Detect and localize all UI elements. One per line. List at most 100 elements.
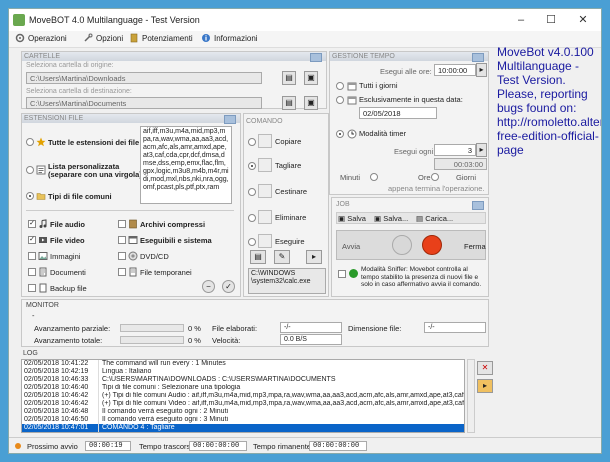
trash-command[interactable]: Cestinare: [258, 184, 307, 198]
minutes-label: Minuti: [340, 173, 361, 182]
confirm-button[interactable]: ✓: [222, 280, 235, 293]
browse-origin-button[interactable]: ▤: [282, 71, 296, 85]
remove-button[interactable]: −: [202, 280, 215, 293]
check-label: DVD/CD: [140, 252, 169, 261]
collapse-button[interactable]: [472, 201, 484, 210]
check-file-audio[interactable]: ✓: [28, 220, 36, 228]
cut-command[interactable]: Tagliare: [258, 158, 301, 172]
app-icon: [13, 14, 25, 26]
edit-exec-button[interactable]: ✎: [274, 250, 290, 264]
common-types-radio[interactable]: [26, 192, 34, 200]
check-file-video[interactable]: ✓: [28, 236, 36, 244]
audio-icon: [39, 219, 47, 228]
minutes-radio[interactable]: [370, 173, 378, 181]
exec-path-value: C:\WINDOWS \system32\calc.exe: [251, 270, 311, 285]
scissors-icon: [258, 158, 272, 172]
timer-mode-radio[interactable]: [336, 130, 344, 138]
check-dvd-cd[interactable]: [118, 252, 126, 260]
browse-dest-button[interactable]: ▤: [282, 96, 296, 110]
copy-command[interactable]: Copiare: [258, 134, 301, 148]
collapse-button[interactable]: [472, 53, 484, 62]
log-row[interactable]: 02/05/2018 10:46:40 Tipi di file comuni :…: [22, 384, 464, 392]
exec-at-spinner[interactable]: ▸: [476, 63, 487, 77]
date-picker[interactable]: 02/05/2018: [359, 107, 437, 119]
copy-radio[interactable]: [248, 138, 256, 146]
log-row[interactable]: 02/05/2018 10:46:48 Il comando verrà eseg…: [22, 408, 464, 416]
delete-command[interactable]: Eliminare: [258, 210, 306, 224]
exec-at-value: 10:00:00: [438, 66, 468, 75]
browse-exec-button[interactable]: ▤: [250, 250, 266, 264]
stop-button[interactable]: Ferma: [464, 242, 486, 251]
check-eseguibili[interactable]: [118, 236, 126, 244]
menu-operazioni[interactable]: Operazioni: [15, 33, 67, 43]
exec-path-field[interactable]: C:\WINDOWS \system32\calc.exe: [248, 268, 326, 294]
start-button[interactable]: Avvia: [342, 242, 360, 251]
hours-radio[interactable]: [431, 173, 439, 181]
next-run-label: Prossimo avvio: [27, 442, 78, 451]
exec-at-input[interactable]: 10:00:00: [434, 64, 476, 76]
execute-command[interactable]: Eseguire: [258, 234, 305, 248]
custom-list-radio[interactable]: [26, 166, 34, 174]
open-origin-button[interactable]: ▣: [304, 71, 318, 85]
estensioni-group: ESTENSIONI FILE Tutte le estensioni dei …: [21, 113, 241, 297]
origin-label: Seleziona cartella di origine:: [26, 62, 114, 69]
maximize-button[interactable]: ☐: [539, 12, 563, 28]
minimize-button[interactable]: –: [509, 12, 533, 28]
only-date-radio[interactable]: [336, 96, 344, 104]
partial-label: Avanzamento parziale:: [34, 324, 111, 333]
every-day-radio[interactable]: [336, 82, 344, 90]
log-row[interactable]: 02/05/2018 10:46:42 (+) Tipi di file comu…: [22, 400, 464, 408]
check-backup[interactable]: [28, 284, 36, 292]
group-title: JOB: [336, 201, 350, 208]
close-button[interactable]: ✕: [571, 12, 595, 28]
check-archivi[interactable]: [118, 220, 126, 228]
log-row[interactable]: 02/05/2018 10:46:50 Il comando verrà eseg…: [22, 416, 464, 424]
menu-potenziamenti[interactable]: Potenziamenti: [129, 33, 193, 43]
run-exec-button[interactable]: ▸: [306, 250, 322, 264]
menu-informazioni[interactable]: Informazioni: [201, 33, 258, 43]
origin-field[interactable]: C:\Users\Martina\Downloads: [26, 72, 262, 84]
every-spinner[interactable]: ▸: [476, 143, 487, 157]
save-as-button[interactable]: ▣ Salva...: [374, 214, 408, 223]
save-as-icon: ▣: [374, 214, 382, 223]
delete-radio[interactable]: [248, 214, 256, 222]
log-row[interactable]: 02/05/2018 10:42:19 Lingua : Italiano: [22, 368, 464, 376]
save-button[interactable]: ▣ Salva: [338, 214, 366, 223]
all-ext-radio[interactable]: [26, 138, 34, 146]
execute-radio[interactable]: [248, 238, 256, 246]
log-row[interactable]: 02/05/2018 10:41:22 The command will run …: [22, 360, 464, 368]
every-day-label: Tutti i giorni: [359, 81, 398, 90]
log-list[interactable]: 02/05/2018 10:41:22 The command will run …: [21, 359, 465, 433]
stop-indicator[interactable]: [422, 235, 442, 255]
cut-radio[interactable]: [248, 162, 256, 170]
after-op-label: appena termina l'operazione.: [388, 184, 485, 193]
trash-radio[interactable]: [248, 188, 256, 196]
check-immagini[interactable]: [28, 252, 36, 260]
command-label: Eseguire: [275, 236, 305, 246]
wrench-icon: [84, 33, 93, 42]
temp-file-icon: [129, 267, 137, 277]
title-bar: MoveBOT 4.0 Multilanguage - Test Version…: [9, 9, 601, 31]
log-row-selected[interactable]: 02/05/2018 10:47:01 COMANDO 4 : Tagliare: [22, 424, 464, 432]
collapse-button[interactable]: [224, 115, 236, 124]
log-row[interactable]: 02/05/2018 10:46:42 (+) Tipi di file comu…: [22, 392, 464, 400]
start-indicator[interactable]: [392, 235, 412, 255]
log-message: Il comando verrà eseguito ogni : 3 Minut…: [102, 416, 229, 423]
dest-field[interactable]: C:\Users\Martina\Documents: [26, 97, 262, 109]
sniffer-checkbox[interactable]: [338, 270, 346, 278]
log-scrollbar[interactable]: [467, 359, 475, 433]
group-title: COMANDO: [246, 118, 283, 125]
execute-icon: [258, 234, 272, 248]
every-input[interactable]: 3: [434, 144, 476, 156]
clear-log-button[interactable]: ✕: [477, 361, 493, 375]
log-time: 02/05/2018 10:46:48: [22, 408, 99, 416]
check-documenti[interactable]: [28, 268, 36, 276]
menu-opzioni[interactable]: Opzioni: [83, 33, 123, 43]
extensions-textarea[interactable]: aif,iff,m3u,m4a,mid,mp3,mpa,ra,wav,wma,a…: [140, 126, 232, 204]
log-row[interactable]: 02/05/2018 10:46:33 C:\USERS\MARTINA\DOWN…: [22, 376, 464, 384]
check-file-temporanei[interactable]: [118, 268, 126, 276]
open-dest-button[interactable]: ▣: [304, 96, 318, 110]
collapse-button[interactable]: [310, 53, 322, 62]
load-button[interactable]: ▤ Carica...: [416, 214, 453, 223]
export-log-button[interactable]: ▸: [477, 379, 493, 393]
